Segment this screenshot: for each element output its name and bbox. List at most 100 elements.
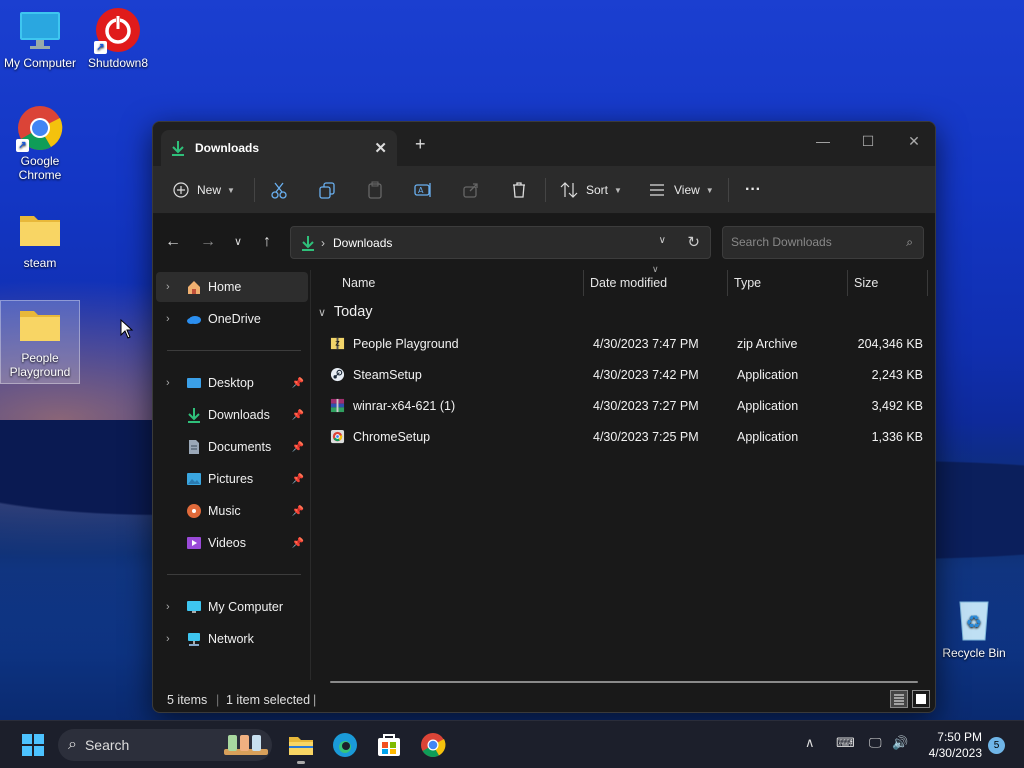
desktop-icon-people-playground[interactable]: People Playground <box>0 300 80 384</box>
column-header-name[interactable]: Name <box>342 270 375 296</box>
address-dropdown-icon[interactable]: ∨ <box>659 235 666 246</box>
delete-button[interactable] <box>510 176 528 204</box>
rename-button[interactable]: A <box>414 176 432 204</box>
monitor-icon <box>187 601 201 613</box>
music-icon <box>187 504 201 518</box>
download-icon <box>172 141 184 156</box>
desktop-icon-my-computer[interactable]: My Computer <box>0 6 80 70</box>
refresh-icon[interactable]: ↻ <box>687 233 700 251</box>
monitor-icon <box>16 6 64 54</box>
folder-icon <box>289 737 313 755</box>
sidebar-item-desktop[interactable]: › Desktop 📌 <box>156 368 308 398</box>
status-bar: 5 items | 1 item selected | <box>153 684 935 712</box>
file-row[interactable]: ChromeSetup 4/30/2023 7:25 PM Applicatio… <box>322 423 927 451</box>
recent-locations-button[interactable]: ∨ <box>226 230 250 254</box>
chevron-right-icon[interactable]: › <box>166 601 186 613</box>
show-hidden-icons-button[interactable]: ∧ <box>805 735 815 751</box>
volume-icon[interactable]: 🔊 <box>892 735 908 751</box>
sidebar-item-label: OneDrive <box>208 312 261 326</box>
document-icon <box>189 440 199 454</box>
more-icon: ··· <box>745 181 761 198</box>
column-header-type[interactable]: Type <box>734 270 761 296</box>
column-divider[interactable] <box>927 270 928 296</box>
taskbar-search[interactable]: ⌕ Search <box>58 729 272 761</box>
taskbar-microsoft-store[interactable] <box>375 731 403 759</box>
file-name: ChromeSetup <box>353 430 431 444</box>
sidebar-item-network[interactable]: › Network <box>156 624 308 654</box>
copy-icon <box>319 182 335 199</box>
clock[interactable]: 7:50 PM 4/30/2023 <box>929 729 982 761</box>
details-view-button[interactable] <box>890 690 908 708</box>
desktop-icon-shutdown8[interactable]: ↗ Shutdown8 <box>78 6 158 70</box>
folder-icon <box>16 301 64 349</box>
minimize-button[interactable]: — <box>800 126 846 156</box>
desktop-icon-steam[interactable]: steam <box>0 206 80 270</box>
pin-icon[interactable]: 📌 <box>292 410 304 421</box>
selection-count: 1 item selected <box>226 693 311 707</box>
sidebar-item-onedrive[interactable]: › OneDrive <box>156 304 308 334</box>
status-divider: | <box>216 693 220 707</box>
close-tab-icon[interactable]: ✕ <box>374 139 387 157</box>
tiles-view-icon <box>916 694 926 704</box>
copy-button[interactable] <box>318 176 336 204</box>
pin-icon[interactable]: 📌 <box>292 506 304 517</box>
taskbar-file-explorer[interactable] <box>287 731 315 764</box>
start-button[interactable] <box>19 731 47 759</box>
chevron-right-icon[interactable]: › <box>166 633 186 645</box>
cut-button[interactable] <box>270 176 288 204</box>
column-header-size[interactable]: Size <box>854 270 878 296</box>
more-options-button[interactable]: ··· <box>745 176 761 204</box>
column-divider[interactable] <box>847 270 848 296</box>
address-bar[interactable]: › Downloads ∨ ↻ <box>290 226 711 259</box>
navigation-pane: › Home › OneDrive › Desktop 📌 Downloads … <box>153 270 311 680</box>
sidebar-item-documents[interactable]: Documents 📌 <box>156 432 308 462</box>
desktop-icon-google-chrome[interactable]: ↗ Google Chrome <box>0 104 80 182</box>
up-button[interactable]: ↑ <box>255 230 279 254</box>
pin-icon[interactable]: 📌 <box>292 442 304 453</box>
pin-icon[interactable]: 📌 <box>292 378 304 389</box>
network-status-icon[interactable]: 🖵 <box>869 735 882 751</box>
svg-text:Z: Z <box>335 339 340 347</box>
pin-icon[interactable]: 📌 <box>292 538 304 549</box>
back-button[interactable]: ← <box>161 230 185 254</box>
file-row[interactable]: SteamSetup 4/30/2023 7:42 PM Application… <box>322 361 927 389</box>
group-header-today[interactable]: ∨ Today <box>318 304 373 320</box>
search-input[interactable]: Search Downloads ⌕ <box>722 226 924 259</box>
column-divider[interactable] <box>583 270 584 296</box>
breadcrumb-downloads[interactable]: Downloads <box>333 236 392 250</box>
view-button[interactable]: View ▼ <box>648 176 714 204</box>
chevron-right-icon[interactable]: › <box>166 313 186 325</box>
sidebar-item-music[interactable]: Music 📌 <box>156 496 308 526</box>
sidebar-item-downloads[interactable]: Downloads 📌 <box>156 400 308 430</box>
sidebar-item-videos[interactable]: Videos 📌 <box>156 528 308 558</box>
paste-button[interactable] <box>366 176 384 204</box>
chevron-right-icon[interactable]: › <box>166 281 186 293</box>
sidebar-item-label: Home <box>208 280 242 294</box>
active-app-indicator <box>297 761 305 764</box>
sidebar-item-my-computer[interactable]: › My Computer <box>156 592 308 622</box>
sort-button[interactable]: Sort ▼ <box>560 176 622 204</box>
horizontal-scrollbar[interactable] <box>330 681 918 683</box>
taskbar-chrome[interactable] <box>419 731 447 759</box>
sidebar-item-home[interactable]: › Home <box>156 272 308 302</box>
sidebar-item-pictures[interactable]: Pictures 📌 <box>156 464 308 494</box>
pin-icon[interactable]: 📌 <box>292 474 304 485</box>
taskbar-edge[interactable] <box>331 731 359 759</box>
sidebar-item-label: Documents <box>208 440 272 454</box>
chevron-right-icon[interactable]: › <box>166 377 186 389</box>
column-divider[interactable] <box>727 270 728 296</box>
new-button[interactable]: New ▼ <box>173 176 235 204</box>
new-tab-button[interactable]: + <box>415 134 426 155</box>
forward-button[interactable]: → <box>196 230 220 254</box>
notification-badge[interactable]: 5 <box>988 737 1005 754</box>
tab-downloads[interactable]: Downloads ✕ <box>161 130 397 166</box>
share-button[interactable] <box>462 176 480 204</box>
tiles-view-button[interactable] <box>912 690 930 708</box>
file-type: zip Archive <box>737 337 798 351</box>
desktop-icon-recycle-bin[interactable]: ♻ Recycle Bin <box>934 596 1014 660</box>
file-row[interactable]: winrar-x64-621 (1) 4/30/2023 7:27 PM App… <box>322 392 927 420</box>
close-window-button[interactable]: ✕ <box>891 126 935 156</box>
keyboard-icon[interactable]: ⌨ <box>836 735 855 751</box>
maximize-button[interactable]: ☐ <box>845 126 891 156</box>
file-row[interactable]: Z People Playground 4/30/2023 7:47 PM zi… <box>322 330 927 358</box>
